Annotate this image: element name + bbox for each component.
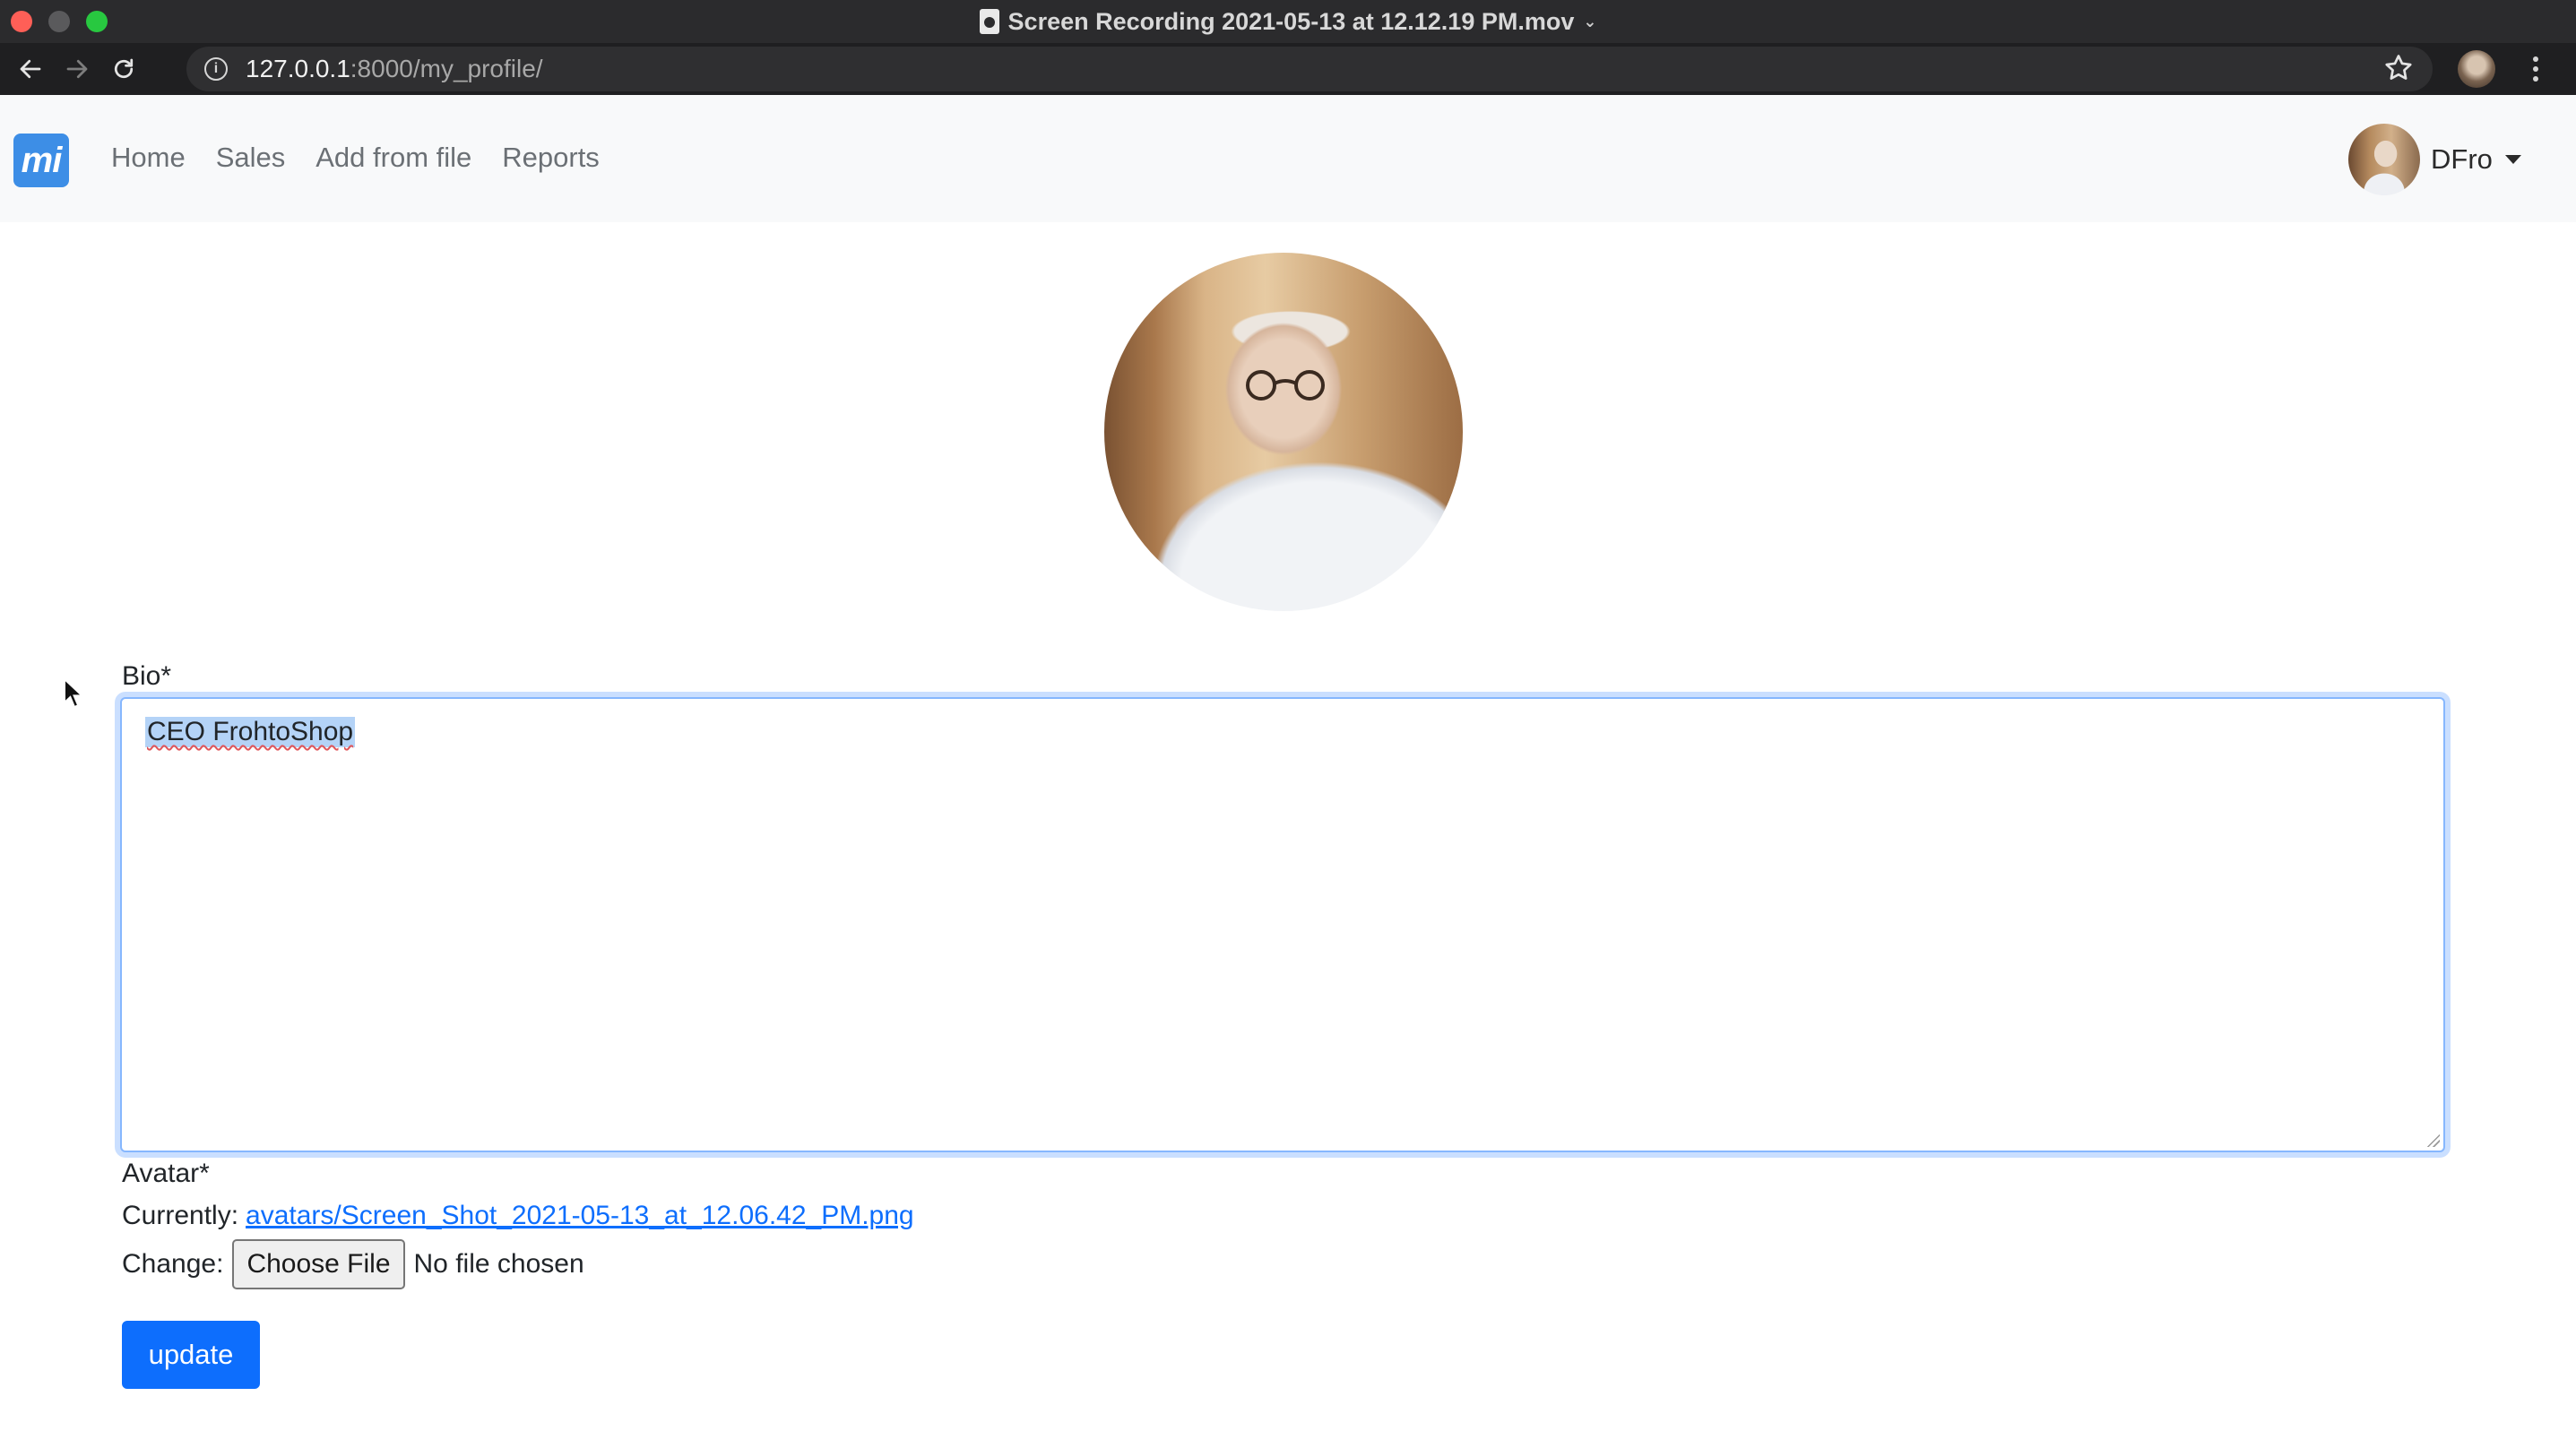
- close-window-button[interactable]: [11, 11, 32, 32]
- site-navbar: mi Home Sales Add from file Reports DFro: [0, 95, 2576, 222]
- avatar-label: Avatar*: [122, 1159, 210, 1188]
- glasses-detail: [1246, 370, 1325, 401]
- window-controls: [11, 11, 108, 32]
- no-file-text: No file chosen: [413, 1249, 584, 1279]
- update-button[interactable]: update: [122, 1321, 260, 1389]
- browser-toolbar: i 127.0.0.1:8000/my_profile/: [0, 43, 2576, 95]
- browser-profile-avatar[interactable]: [2458, 50, 2495, 88]
- reload-icon: [114, 58, 134, 79]
- nav-link-add-from-file[interactable]: Add from file: [316, 142, 471, 174]
- currently-label: Currently:: [122, 1201, 239, 1230]
- star-icon[interactable]: [2382, 52, 2415, 84]
- forward-button[interactable]: [54, 46, 100, 92]
- forward-arrow-icon: [66, 59, 88, 79]
- minimize-window-button[interactable]: [48, 11, 70, 32]
- change-avatar-row: Change: Choose File No file chosen: [122, 1239, 584, 1289]
- current-avatar-link[interactable]: avatars/Screen_Shot_2021-05-13_at_12.06.…: [246, 1201, 914, 1231]
- back-arrow-icon: [20, 59, 41, 79]
- resize-handle-icon[interactable]: [2425, 1133, 2440, 1147]
- window-title-group[interactable]: Screen Recording 2021-05-13 at 12.12.19 …: [979, 7, 1597, 36]
- profile-avatar-image: [1104, 253, 1463, 611]
- logo-text: mi: [21, 140, 63, 180]
- window-titlebar: Screen Recording 2021-05-13 at 12.12.19 …: [0, 0, 2576, 43]
- bio-label: Bio*: [122, 661, 172, 691]
- nav-links: Home Sales Add from file Reports: [111, 142, 630, 174]
- user-avatar: [2348, 124, 2420, 195]
- chevron-down-icon: ⌄: [1583, 12, 1597, 30]
- bio-textarea[interactable]: CEO FrohtoShop: [120, 697, 2445, 1152]
- change-label: Change:: [122, 1249, 224, 1279]
- mouse-pointer-icon: [64, 677, 85, 709]
- nav-link-reports[interactable]: Reports: [502, 142, 600, 174]
- window-title: Screen Recording 2021-05-13 at 12.12.19 …: [1007, 7, 1575, 35]
- url-text[interactable]: 127.0.0.1:8000/my_profile/: [246, 55, 543, 83]
- username: DFro: [2431, 143, 2493, 175]
- nav-link-sales[interactable]: Sales: [216, 142, 286, 174]
- user-dropdown[interactable]: DFro: [2348, 124, 2521, 195]
- back-button[interactable]: [7, 46, 54, 92]
- kebab-menu-icon[interactable]: [2522, 50, 2549, 88]
- address-bar[interactable]: i 127.0.0.1:8000/my_profile/: [186, 47, 2433, 91]
- quicktime-document-icon: [979, 9, 999, 34]
- bio-text-value[interactable]: CEO FrohtoShop: [145, 717, 356, 747]
- caret-down-icon: [2504, 155, 2521, 164]
- info-icon[interactable]: i: [204, 57, 228, 81]
- nav-link-home[interactable]: Home: [111, 142, 186, 174]
- current-avatar-row: Currently: avatars/Screen_Shot_2021-05-1…: [122, 1201, 914, 1231]
- choose-file-button[interactable]: Choose File: [232, 1239, 405, 1289]
- brand-logo[interactable]: mi: [13, 134, 69, 187]
- maximize-window-button[interactable]: [86, 11, 108, 32]
- reload-button[interactable]: [100, 46, 147, 92]
